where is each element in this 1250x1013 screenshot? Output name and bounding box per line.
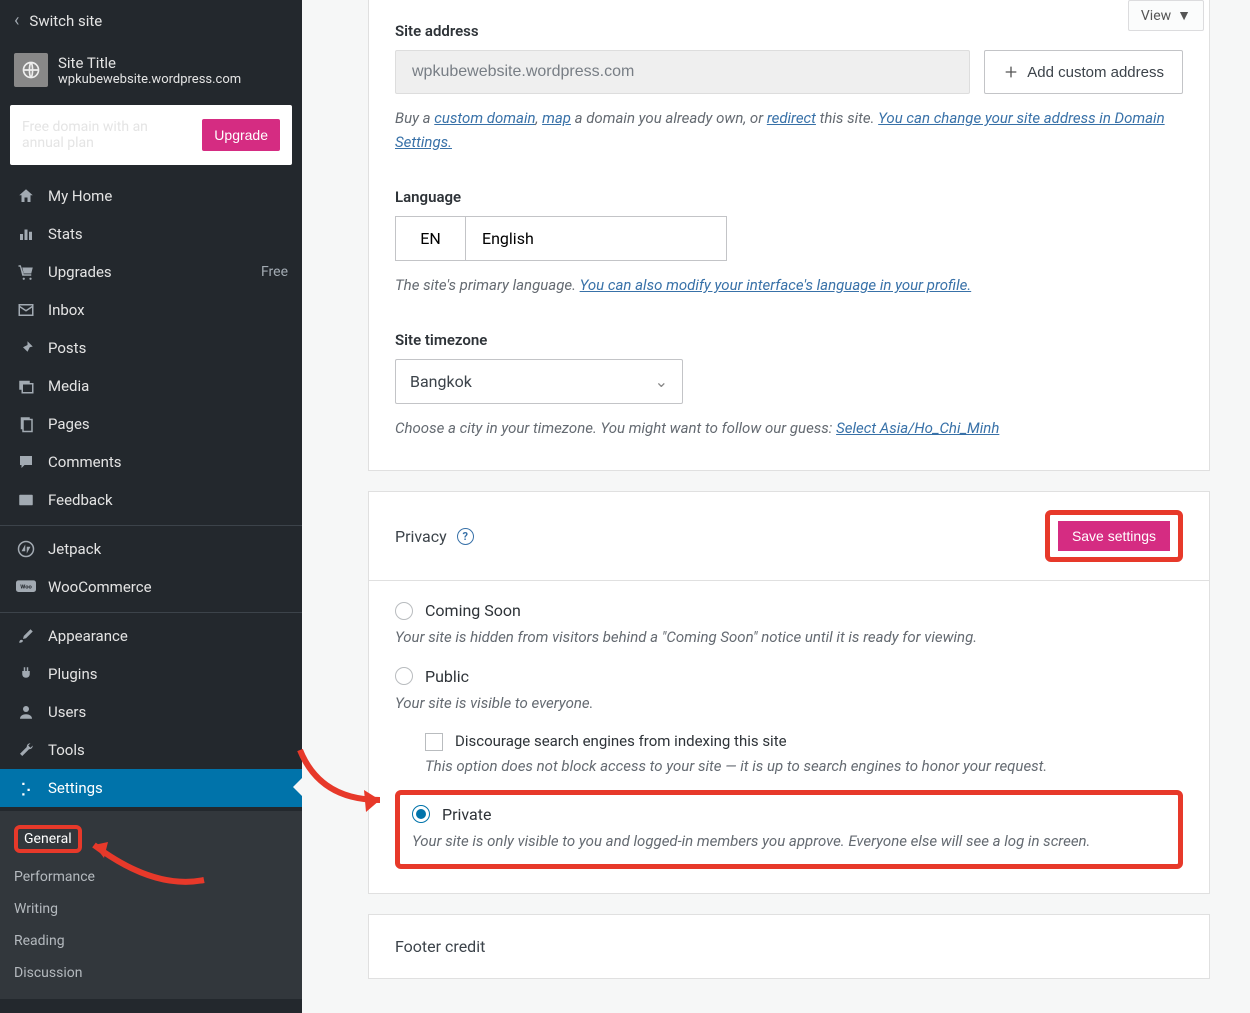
site-url: wpkubewebsite.wordpress.com [58,72,241,87]
upgrades-badge: Free [261,264,288,280]
sidebar-item-pages[interactable]: Pages [0,405,302,443]
sidebar-item-upgrades[interactable]: UpgradesFree [0,253,302,291]
privacy-title: Privacy ? [395,527,474,546]
sidebar-item-jetpack[interactable]: Jetpack [0,525,302,568]
switch-site-label: Switch site [29,12,102,30]
sidebar-item-feedback[interactable]: Feedback [0,481,302,519]
general-highlight: General [14,825,82,853]
plus-icon [1003,64,1019,80]
jetpack-icon [14,540,38,558]
sidebar-item-tools[interactable]: Tools [0,731,302,769]
privacy-option-coming-soon[interactable]: Coming Soon [395,601,1183,620]
brush-icon [14,627,38,645]
wrench-icon [14,741,38,759]
site-address-help: Buy a custom domain, map a domain you al… [395,106,1183,154]
site-header[interactable]: Site Title wpkubewebsite.wordpress.com [0,41,302,97]
sidebar-item-settings[interactable]: Settings [0,769,302,807]
add-custom-address-button[interactable]: Add custom address [984,50,1183,94]
footer-credit-card: Footer credit [368,914,1210,979]
language-help: The site's primary language. You can als… [395,273,1183,297]
sidebar-item-stats[interactable]: Stats [0,215,302,253]
main-content: View▼ Site address Add custom address Bu… [302,0,1250,1013]
switch-site-link[interactable]: ‹ Switch site [0,0,302,41]
plug-icon [14,665,38,683]
promo-card: Free domain with an annual plan Upgrade [10,105,292,165]
privacy-option-public[interactable]: Public [395,667,1183,686]
radio-selected-icon [412,805,430,823]
radio-icon [395,602,413,620]
redirect-link[interactable]: redirect [767,109,816,127]
sidebar-menu: My Home Stats UpgradesFree Inbox Posts M… [0,173,302,811]
privacy-card: Privacy ? Save settings Coming Soon Your… [368,491,1210,894]
sidebar-item-inbox[interactable]: Inbox [0,291,302,329]
chevron-down-icon: ⌄ [655,372,668,391]
save-settings-button[interactable]: Save settings [1056,519,1172,553]
submenu-writing[interactable]: Writing [0,893,302,925]
checkbox-icon [425,733,443,751]
settings-icon [14,779,38,797]
submenu-reading[interactable]: Reading [0,925,302,957]
feedback-icon [14,491,38,509]
timezone-help: Choose a city in your timezone. You migh… [395,416,1183,440]
sidebar-item-plugins[interactable]: Plugins [0,655,302,693]
privacy-option-private[interactable]: Private [412,805,1166,824]
stats-icon [14,225,38,243]
general-card: Site address Add custom address Buy a cu… [368,0,1210,471]
svg-text:Woo: Woo [20,585,32,591]
coming-soon-desc: Your site is hidden from visitors behind… [395,626,1183,649]
site-address-input[interactable] [395,50,970,94]
sidebar-item-users[interactable]: Users [0,693,302,731]
timezone-select[interactable]: Bangkok ⌄ [395,359,683,404]
language-selector[interactable]: EN English [395,216,727,261]
discourage-row[interactable]: Discourage search engines from indexing … [425,732,1183,751]
caret-down-icon: ▼ [1177,7,1191,24]
language-name: English [466,217,726,260]
sidebar-item-comments[interactable]: Comments [0,443,302,481]
private-highlight: Private Your site is only visible to you… [395,790,1183,870]
globe-icon [14,53,48,87]
public-desc: Your site is visible to everyone. [395,692,1183,715]
sidebar-item-media[interactable]: Media [0,367,302,405]
media-icon [14,377,38,395]
settings-submenu: General Performance Writing Reading Disc… [0,811,302,999]
radio-icon [395,667,413,685]
help-icon[interactable]: ? [457,528,474,545]
sidebar: ‹ Switch site Site Title wpkubewebsite.w… [0,0,302,1013]
submenu-general[interactable]: General [0,817,302,861]
save-highlight: Save settings [1045,510,1183,562]
timezone-suggest-link[interactable]: Select Asia/Ho_Chi_Minh [836,419,999,437]
footer-credit-label: Footer credit [395,937,1183,956]
pin-icon [14,339,38,357]
pages-icon [14,415,38,433]
language-label: Language [395,188,1183,206]
view-button[interactable]: View▼ [1128,0,1204,31]
woo-icon: Woo [14,580,38,594]
language-code: EN [396,217,466,260]
user-icon [14,703,38,721]
home-icon [14,187,38,205]
profile-language-link[interactable]: You can also modify your interface's lan… [580,276,972,294]
mail-icon [14,301,38,319]
sidebar-item-home[interactable]: My Home [0,177,302,215]
submenu-performance[interactable]: Performance [0,861,302,893]
submenu-discussion[interactable]: Discussion [0,957,302,989]
site-address-label: Site address [395,22,1183,40]
map-link[interactable]: map [542,109,571,127]
chevron-left-icon: ‹ [14,10,19,31]
site-title: Site Title [58,54,241,72]
upgrade-button[interactable]: Upgrade [202,119,280,151]
sidebar-item-posts[interactable]: Posts [0,329,302,367]
sidebar-item-appearance[interactable]: Appearance [0,612,302,655]
cart-icon [14,263,38,281]
timezone-label: Site timezone [395,331,1183,349]
comment-icon [14,453,38,471]
sidebar-item-woocommerce[interactable]: WooWooCommerce [0,568,302,606]
discourage-desc: This option does not block access to you… [425,755,1183,778]
custom-domain-link[interactable]: custom domain [434,109,535,127]
private-desc: Your site is only visible to you and log… [412,830,1166,853]
promo-text: Free domain with an annual plan [22,119,172,151]
